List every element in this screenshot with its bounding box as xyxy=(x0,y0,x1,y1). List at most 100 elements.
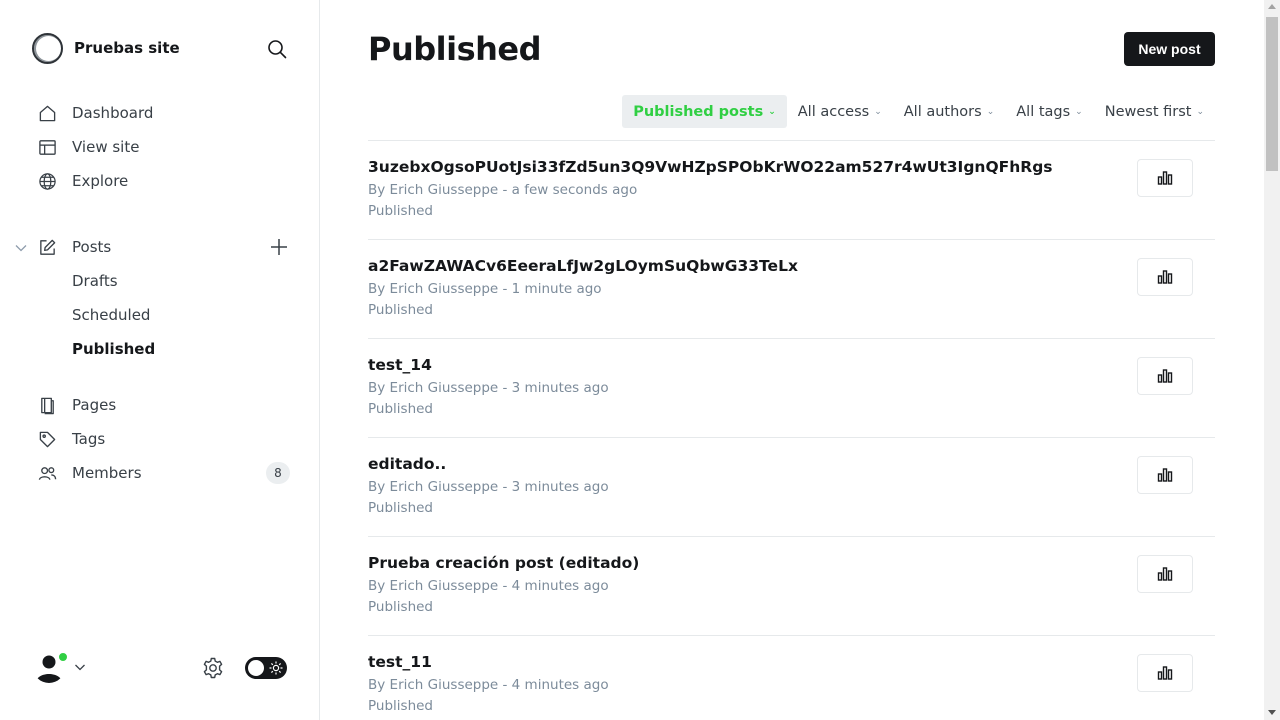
scrollbar-thumb[interactable] xyxy=(1266,17,1278,171)
new-post-button[interactable]: New post xyxy=(1124,32,1215,66)
search-button[interactable] xyxy=(264,36,290,62)
nav-tags-label: Tags xyxy=(72,430,106,448)
page-title: Published xyxy=(368,30,542,68)
post-title[interactable]: Prueba creación post (editado) xyxy=(368,554,639,572)
filter-post-type[interactable]: Published posts ⌄ xyxy=(622,95,787,128)
new-post-sidebar-button[interactable] xyxy=(268,236,290,258)
post-row[interactable]: editado.. By Erich Giusseppe - 3 minutes… xyxy=(368,438,1215,537)
post-row[interactable]: a2FawZAWACv6EeeraLfJw2gLOymSuQbwG33TeLx … xyxy=(368,240,1215,339)
chevron-down-icon: ⌄ xyxy=(874,106,882,117)
globe-icon xyxy=(36,170,58,192)
post-meta: By Erich Giusseppe - 3 minutes ago xyxy=(368,479,609,495)
plus-icon xyxy=(271,239,287,255)
bar-chart-icon xyxy=(1157,270,1173,284)
house-icon xyxy=(36,102,58,124)
nav-dashboard-label: Dashboard xyxy=(72,104,154,122)
post-meta: By Erich Giusseppe - 4 minutes ago xyxy=(368,677,609,693)
filter-sort[interactable]: Newest first ⌄ xyxy=(1094,95,1215,128)
nav-pages-label: Pages xyxy=(72,396,117,414)
nav-members-label: Members xyxy=(72,464,142,482)
nav-view-site-label: View site xyxy=(72,138,140,156)
site-name: Pruebas site xyxy=(74,39,180,57)
post-row[interactable]: 3uzebxOgsoPUotJsi33fZd5un3Q9VwHZpSPObKrW… xyxy=(368,141,1215,240)
post-analytics-button[interactable] xyxy=(1137,456,1193,494)
gear-icon xyxy=(203,657,223,679)
post-status: Published xyxy=(368,401,433,417)
chevron-down-icon: ⌄ xyxy=(1196,106,1204,117)
bar-chart-icon xyxy=(1157,369,1173,383)
scroll-down-arrow-icon[interactable] xyxy=(1268,710,1276,715)
pencil-square-icon xyxy=(36,236,58,258)
post-analytics-button[interactable] xyxy=(1137,654,1193,692)
post-status: Published xyxy=(368,698,433,714)
chevron-down-icon: ⌄ xyxy=(1075,106,1083,117)
bar-chart-icon xyxy=(1157,666,1173,680)
nav-view-site[interactable]: View site xyxy=(36,133,139,161)
nav-posts[interactable]: Posts xyxy=(36,233,111,261)
nav-scheduled[interactable]: Scheduled xyxy=(72,303,150,327)
post-status: Published xyxy=(368,302,433,318)
post-row[interactable]: test_14 By Erich Giusseppe - 3 minutes a… xyxy=(368,339,1215,438)
post-title[interactable]: editado.. xyxy=(368,455,446,473)
page-icon xyxy=(36,394,58,416)
filter-authors[interactable]: All authors ⌄ xyxy=(893,95,1005,128)
vertical-scrollbar[interactable] xyxy=(1264,0,1280,720)
post-meta: By Erich Giusseppe - 1 minute ago xyxy=(368,281,602,297)
chevron-down-icon xyxy=(75,664,85,671)
post-analytics-button[interactable] xyxy=(1137,357,1193,395)
post-status: Published xyxy=(368,599,433,615)
post-status: Published xyxy=(368,203,433,219)
nav-drafts[interactable]: Drafts xyxy=(72,269,118,293)
post-title[interactable]: test_11 xyxy=(368,653,432,671)
nav-pages[interactable]: Pages xyxy=(36,391,116,419)
post-meta: By Erich Giusseppe - 3 minutes ago xyxy=(368,380,609,396)
chevron-down-icon: ⌄ xyxy=(768,106,776,117)
nav-posts-label: Posts xyxy=(72,238,112,256)
filter-authors-label: All authors xyxy=(903,103,982,120)
post-analytics-button[interactable] xyxy=(1137,555,1193,593)
bar-chart-icon xyxy=(1157,171,1173,185)
main-content: Published New post Published posts ⌄ All … xyxy=(320,0,1264,720)
post-list: 3uzebxOgsoPUotJsi33fZd5un3Q9VwHZpSPObKrW… xyxy=(368,140,1215,720)
nav-explore[interactable]: Explore xyxy=(36,167,128,195)
nav-dashboard[interactable]: Dashboard xyxy=(36,99,153,127)
layout-icon xyxy=(36,136,58,158)
user-menu[interactable] xyxy=(33,651,89,685)
post-meta: By Erich Giusseppe - 4 minutes ago xyxy=(368,578,609,594)
filter-sort-label: Newest first xyxy=(1104,103,1192,120)
nav-published[interactable]: Published xyxy=(72,337,155,361)
post-meta: By Erich Giusseppe - a few seconds ago xyxy=(368,182,638,198)
online-status-dot xyxy=(58,652,68,662)
chevron-down-icon[interactable] xyxy=(14,241,28,255)
scroll-up-arrow-icon[interactable] xyxy=(1268,4,1276,9)
search-icon xyxy=(268,40,287,59)
filter-access[interactable]: All access ⌄ xyxy=(787,95,893,128)
nav-tags[interactable]: Tags xyxy=(36,425,105,453)
site-brand[interactable]: Pruebas site xyxy=(32,32,180,64)
filter-post-type-label: Published posts xyxy=(633,103,764,120)
post-title[interactable]: a2FawZAWACv6EeeraLfJw2gLOymSuQbwG33TeLx xyxy=(368,257,798,275)
bar-chart-icon xyxy=(1157,567,1173,581)
post-analytics-button[interactable] xyxy=(1137,159,1193,197)
members-count-badge: 8 xyxy=(266,462,290,484)
sidebar: Pruebas site Dashboard View site Explore… xyxy=(0,0,320,720)
filter-access-label: All access xyxy=(797,103,870,120)
post-row[interactable]: Prueba creación post (editado) By Erich … xyxy=(368,537,1215,636)
filter-bar: Published posts ⌄ All access ⌄ All authors… xyxy=(622,95,1215,128)
filter-tags[interactable]: All tags ⌄ xyxy=(1005,95,1093,128)
post-status: Published xyxy=(368,500,433,516)
post-analytics-button[interactable] xyxy=(1137,258,1193,296)
toggle-knob xyxy=(248,660,264,676)
sun-icon xyxy=(269,661,283,675)
chevron-down-icon: ⌄ xyxy=(986,106,995,117)
post-title[interactable]: 3uzebxOgsoPUotJsi33fZd5un3Q9VwHZpSPObKrW… xyxy=(368,158,1053,176)
post-title[interactable]: test_14 xyxy=(368,356,432,374)
nav-members[interactable]: Members xyxy=(36,459,142,487)
post-row[interactable]: test_11 By Erich Giusseppe - 4 minutes a… xyxy=(368,636,1215,720)
nav-explore-label: Explore xyxy=(72,172,129,190)
tag-icon xyxy=(36,428,58,450)
dark-mode-toggle[interactable] xyxy=(245,657,287,679)
bar-chart-icon xyxy=(1157,468,1173,482)
settings-button[interactable] xyxy=(201,656,225,680)
filter-tags-label: All tags xyxy=(1016,103,1071,120)
